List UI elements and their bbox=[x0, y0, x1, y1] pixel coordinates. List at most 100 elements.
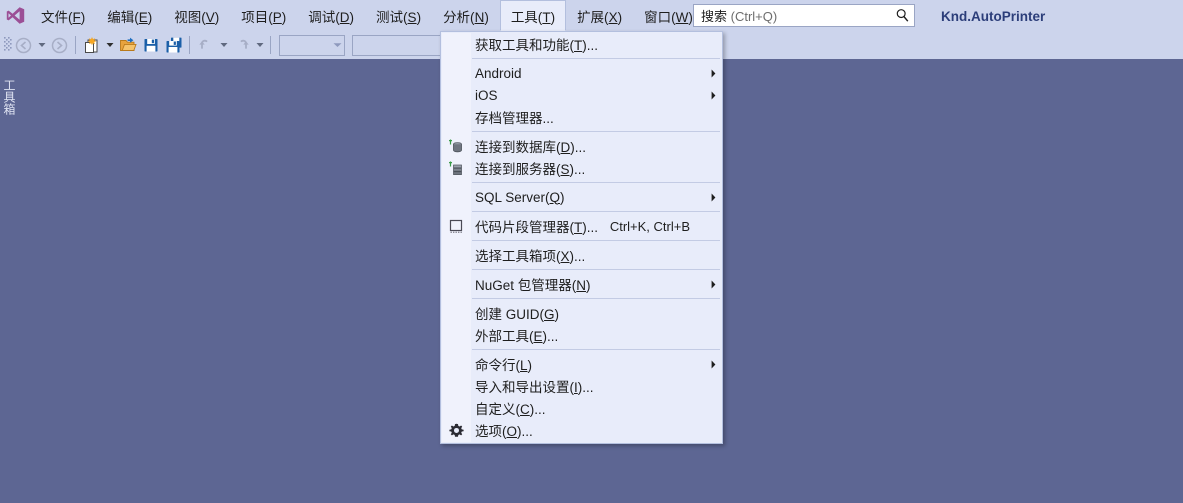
menu-item-archive-manager[interactable]: 存档管理器... bbox=[441, 106, 722, 128]
sidebar-tab-toolbox[interactable]: 工具箱 bbox=[0, 62, 17, 132]
menu-item-label: 选择工具箱项(X)... bbox=[475, 249, 586, 264]
menu-item-icon-placeholder bbox=[441, 186, 471, 208]
undo-dropdown[interactable] bbox=[217, 34, 230, 56]
menu-item-label: 创建 GUID(G) bbox=[475, 307, 560, 322]
menu-top-tools[interactable]: 工具(T) bbox=[499, 0, 567, 31]
submenu-arrow-icon bbox=[704, 91, 722, 100]
search-icon[interactable] bbox=[890, 8, 914, 23]
new-item-dropdown[interactable] bbox=[103, 34, 116, 56]
menu-top-window-label: 窗口(W) bbox=[644, 9, 693, 25]
menu-item-label: 存档管理器... bbox=[475, 111, 554, 126]
undo-arrow-icon[interactable] bbox=[194, 34, 217, 56]
menu-top-test[interactable]: 测试(S) bbox=[365, 0, 432, 31]
menu-item-label: 自定义(C)... bbox=[475, 402, 546, 417]
code-snippet-icon bbox=[441, 215, 471, 237]
menu-top-extensions[interactable]: 扩展(X) bbox=[566, 0, 633, 31]
menu-top-edit[interactable]: 编辑(E) bbox=[96, 0, 163, 31]
menu-item-choose-toolbox-items[interactable]: 选择工具箱项(X)... bbox=[441, 244, 722, 266]
menu-bar: 文件(F) 编辑(E) 视图(V) 项目(P) 调试(D) 测试(S) 分析(N… bbox=[0, 0, 1183, 31]
menu-item-label: 获取工具和功能(T)... bbox=[475, 38, 598, 53]
menu-item-label: 导入和导出设置(I)... bbox=[475, 380, 594, 395]
menu-separator bbox=[472, 211, 720, 212]
menu-item-icon-placeholder bbox=[441, 106, 471, 128]
options-gear-icon bbox=[441, 419, 471, 441]
menu-item-options[interactable]: 选项(O)... bbox=[441, 419, 722, 441]
menu-top-view-label: 视图(V) bbox=[174, 9, 220, 25]
menu-separator bbox=[472, 349, 720, 350]
menu-item-label: NuGet 包管理器(N) bbox=[475, 278, 591, 293]
connect-server-icon bbox=[441, 157, 471, 179]
drag-gripper-icon[interactable] bbox=[3, 36, 12, 54]
redo-dropdown[interactable] bbox=[253, 34, 266, 56]
sidebar-tab-toolbox-label: 工具箱 bbox=[2, 79, 16, 115]
menu-item-customize[interactable]: 自定义(C)... bbox=[441, 397, 722, 419]
menu-item-create-guid[interactable]: 创建 GUID(G) bbox=[441, 302, 722, 324]
menu-separator bbox=[472, 131, 720, 132]
menu-separator bbox=[472, 269, 720, 270]
menu-item-label: 连接到数据库(D)... bbox=[475, 140, 586, 155]
menu-bar-items: 文件(F) 编辑(E) 视图(V) 项目(P) 调试(D) 测试(S) 分析(N… bbox=[30, 0, 772, 31]
menu-item-label: SQL Server(Q) bbox=[475, 189, 565, 205]
submenu-arrow-icon bbox=[704, 360, 722, 369]
solution-configuration-combo[interactable] bbox=[279, 34, 345, 56]
toolbar-separator bbox=[75, 36, 76, 54]
navigate-backward-dropdown[interactable] bbox=[35, 34, 48, 56]
menu-item-code-snippets-manager[interactable]: 代码片段管理器(T)... Ctrl+K, Ctrl+B bbox=[441, 215, 722, 237]
menu-item-connect-to-database[interactable]: 连接到数据库(D)... bbox=[441, 135, 722, 157]
toolbar-separator bbox=[189, 36, 190, 54]
menu-item-label: Android bbox=[475, 65, 522, 81]
menu-item-shortcut: Ctrl+K, Ctrl+B bbox=[609, 218, 690, 234]
save-all-icon[interactable] bbox=[162, 34, 185, 56]
new-file-icon[interactable] bbox=[80, 34, 103, 56]
search-placeholder: 搜索 (Ctrl+Q) bbox=[701, 9, 778, 24]
submenu-arrow-icon bbox=[704, 69, 722, 78]
menu-top-analyze-label: 分析(N) bbox=[443, 9, 489, 25]
menu-item-external-tools[interactable]: 外部工具(E)... bbox=[441, 324, 722, 346]
menu-item-get-tools-and-features[interactable]: 获取工具和功能(T)... bbox=[441, 33, 722, 55]
menu-item-label: iOS bbox=[475, 87, 498, 103]
menu-item-icon-placeholder bbox=[441, 62, 471, 84]
menu-item-nuget-package-manager[interactable]: NuGet 包管理器(N) bbox=[441, 273, 722, 295]
toolbar-separator bbox=[270, 36, 271, 54]
project-name-badge: Knd.AutoPrinter bbox=[932, 5, 1055, 27]
menu-item-icon-placeholder bbox=[441, 244, 471, 266]
menu-top-project-label: 项目(P) bbox=[241, 9, 287, 25]
submenu-arrow-icon bbox=[704, 193, 722, 202]
menu-item-command-line[interactable]: 命令行(L) bbox=[441, 353, 722, 375]
open-folder-icon[interactable] bbox=[116, 34, 139, 56]
menu-item-label: 选项(O)... bbox=[475, 424, 533, 439]
menu-item-icon-placeholder bbox=[441, 302, 471, 324]
menu-separator bbox=[472, 298, 720, 299]
navigate-backward-button[interactable] bbox=[12, 34, 35, 56]
connect-database-icon bbox=[441, 135, 471, 157]
chevron-down-icon bbox=[330, 42, 344, 48]
menu-separator bbox=[472, 240, 720, 241]
search-input[interactable]: 搜索 (Ctrl+Q) bbox=[693, 4, 915, 27]
menu-item-ios[interactable]: iOS bbox=[441, 84, 722, 106]
menu-top-debug[interactable]: 调试(D) bbox=[297, 0, 365, 31]
menu-item-icon-placeholder bbox=[441, 33, 471, 55]
menu-item-label: 命令行(L) bbox=[475, 358, 533, 373]
save-floppy-icon[interactable] bbox=[139, 34, 162, 56]
menu-item-icon-placeholder bbox=[441, 353, 471, 375]
menu-top-tools-label: 工具(T) bbox=[510, 9, 556, 25]
menu-top-extensions-label: 扩展(X) bbox=[577, 9, 623, 25]
menu-item-android[interactable]: Android bbox=[441, 62, 722, 84]
menu-item-label: 代码片段管理器(T)... bbox=[475, 220, 598, 235]
redo-arrow-icon[interactable] bbox=[230, 34, 253, 56]
menu-item-icon-placeholder bbox=[441, 397, 471, 419]
menu-separator bbox=[472, 58, 720, 59]
menu-top-view[interactable]: 视图(V) bbox=[163, 0, 230, 31]
menu-top-edit-label: 编辑(E) bbox=[107, 9, 153, 25]
menu-item-connect-to-server[interactable]: 连接到服务器(S)... bbox=[441, 157, 722, 179]
menu-item-icon-placeholder bbox=[441, 84, 471, 106]
menu-item-icon-placeholder bbox=[441, 375, 471, 397]
menu-item-import-export-settings[interactable]: 导入和导出设置(I)... bbox=[441, 375, 722, 397]
menu-top-test-label: 测试(S) bbox=[376, 9, 422, 25]
menu-item-sql-server[interactable]: SQL Server(Q) bbox=[441, 186, 722, 208]
menu-top-analyze[interactable]: 分析(N) bbox=[432, 0, 500, 31]
navigate-forward-button[interactable] bbox=[48, 34, 71, 56]
menu-top-file[interactable]: 文件(F) bbox=[30, 0, 96, 31]
menu-item-label: 外部工具(E)... bbox=[475, 329, 559, 344]
menu-top-project[interactable]: 项目(P) bbox=[230, 0, 297, 31]
